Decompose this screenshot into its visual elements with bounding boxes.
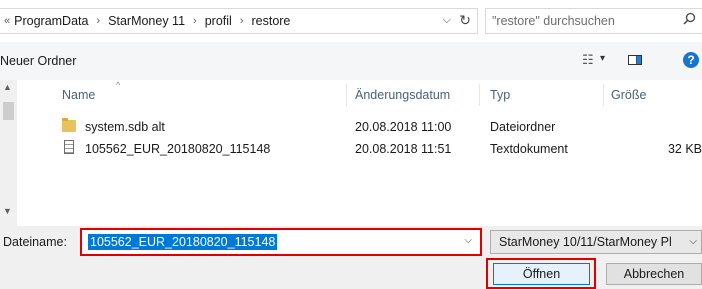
filename-dropdown-chevron-icon[interactable]: ⌵ [464,235,472,246]
filetype-select[interactable]: StarMoney 10/11/StarMoney Pl ⌵ [490,230,702,254]
scroll-up-icon[interactable]: ▲ [3,82,12,92]
view-options-chevron-icon[interactable]: ▾ [600,53,605,64]
file-size: 32 KB [667,142,702,156]
search-placeholder: "restore" durchsuchen [492,14,615,28]
filetype-value: StarMoney 10/11/StarMoney Pl [499,235,672,249]
filename-value[interactable]: 105562_EUR_20180820_115148 [88,234,278,250]
address-bar[interactable]: « ProgramData › StarMoney 11 › profil › … [0,8,478,34]
breadcrumb-separator[interactable]: › [96,15,100,27]
column-divider[interactable] [603,84,604,106]
file-type: Dateiordner [490,120,556,134]
open-button[interactable]: Öffnen [493,263,590,285]
filename-input[interactable]: 105562_EUR_20180820_115148 ⌵ [80,228,482,256]
breadcrumb-starmoney[interactable]: StarMoney 11 [108,14,185,28]
refresh-icon[interactable]: ↻ [459,12,471,29]
folder-icon [62,118,76,132]
file-type: Textdokument [490,142,568,156]
scroll-thumb[interactable] [3,102,14,120]
breadcrumb-programdata[interactable]: ProgramData [14,14,88,28]
preview-pane-icon[interactable] [628,55,642,65]
address-bar-row: « ProgramData › StarMoney 11 › profil › … [0,0,702,42]
column-divider[interactable] [479,84,480,106]
file-modified: 20.08.2018 11:51 [355,142,452,156]
column-divider[interactable] [346,84,347,106]
new-folder-button[interactable]: Neuer Ordner [0,54,76,68]
scroll-down-icon[interactable]: ▼ [3,206,12,216]
column-header-name[interactable]: Name [62,88,95,102]
command-toolbar: Neuer Ordner ☷ ▾ ? [0,42,702,81]
breadcrumb-separator[interactable]: › [193,15,197,27]
search-icon[interactable] [683,12,696,28]
help-icon[interactable]: ? [683,52,699,68]
file-list: ^ Name Änderungsdatum Typ Größe system.s… [0,80,702,226]
breadcrumb-overflow[interactable]: « [4,15,10,27]
view-options-icon[interactable]: ☷ [582,52,594,68]
file-row-folder[interactable]: system.sdb alt 20.08.2018 11:00 Dateiord… [17,117,702,137]
document-icon [64,140,74,154]
filetype-chevron-icon[interactable]: ⌵ [686,236,697,247]
cancel-button[interactable]: Abbrechen [606,263,702,285]
search-input[interactable]: "restore" durchsuchen [485,8,702,34]
file-modified: 20.08.2018 11:00 [355,120,452,134]
breadcrumb-profil[interactable]: profil [205,14,232,28]
column-header-size[interactable]: Größe [611,88,646,102]
vertical-scrollbar[interactable]: ▲ ▼ [0,80,17,226]
file-name[interactable]: 105562_EUR_20180820_115148 [85,142,270,156]
file-row-document[interactable]: 105562_EUR_20180820_115148 20.08.2018 11… [17,139,702,159]
breadcrumb-separator[interactable]: › [240,15,244,27]
file-name[interactable]: system.sdb alt [85,120,165,134]
column-header-modified[interactable]: Änderungsdatum [355,88,450,102]
address-history-chevron-icon[interactable]: ⌵ [443,14,451,27]
sort-ascending-icon: ^ [116,80,121,90]
filename-label: Dateiname: [3,235,67,249]
breadcrumb-restore[interactable]: restore [251,14,290,28]
column-header-type[interactable]: Typ [490,88,510,102]
